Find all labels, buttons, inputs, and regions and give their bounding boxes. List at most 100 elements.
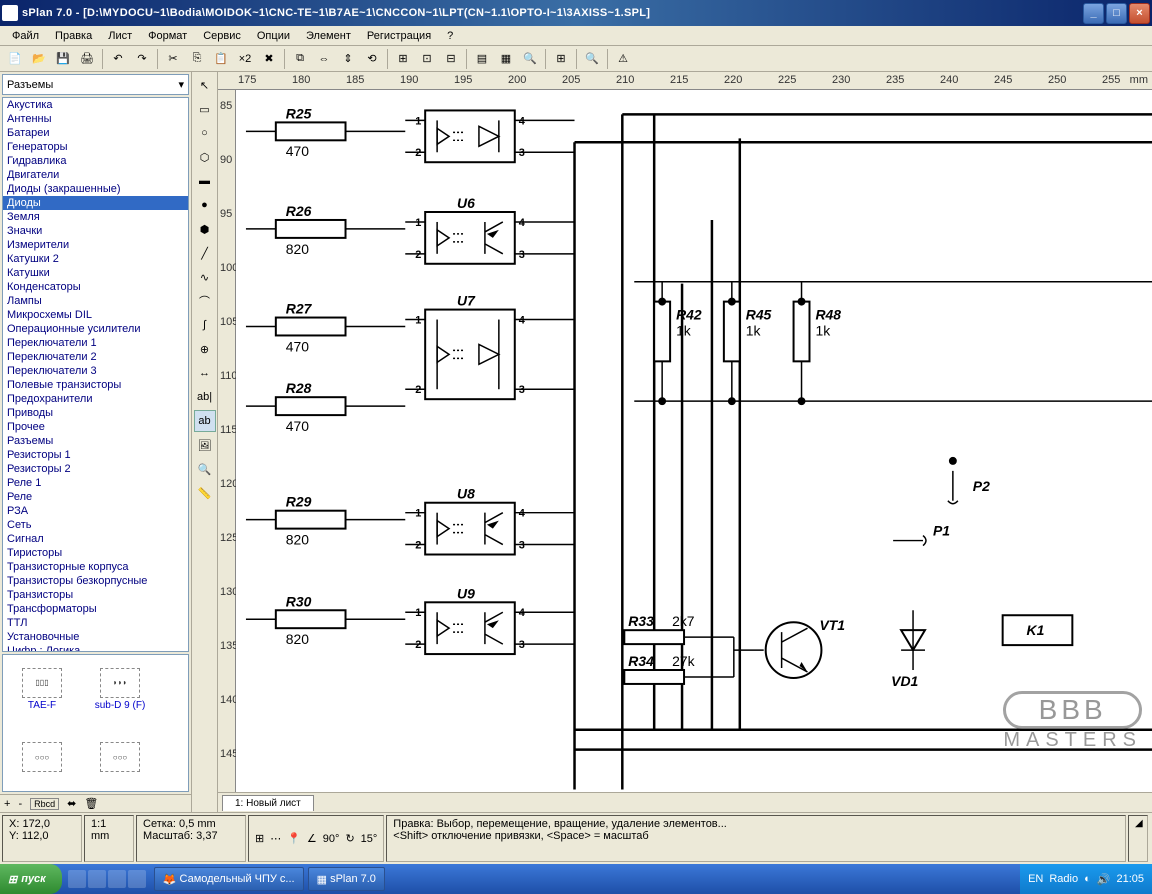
category-item[interactable]: Полевые транзисторы [3, 378, 188, 392]
preview-item[interactable]: ◗◗◗ sub-D 9 (F) [85, 659, 155, 719]
category-item[interactable]: Предохранители [3, 392, 188, 406]
category-item[interactable]: Переключатели 1 [3, 336, 188, 350]
minus-icon[interactable]: - [18, 798, 22, 810]
ql-icon[interactable] [108, 870, 126, 888]
category-item[interactable]: Катушки 2 [3, 252, 188, 266]
category-item[interactable]: Резисторы 2 [3, 462, 188, 476]
status-resize[interactable]: ◢ [1128, 815, 1148, 862]
lang-indicator[interactable]: EN [1028, 873, 1043, 885]
arc-icon[interactable]: ⌒ [194, 290, 216, 312]
redo-icon[interactable]: ↷ [131, 48, 153, 70]
image-icon[interactable]: 🖼 [194, 434, 216, 456]
category-item[interactable]: Гидравлика [3, 154, 188, 168]
category-item[interactable]: Лампы [3, 294, 188, 308]
textbox-icon[interactable]: ab [194, 410, 216, 432]
snap-icon[interactable]: ⋯ [270, 832, 281, 845]
category-item[interactable]: Реле [3, 490, 188, 504]
group-icon[interactable]: ⊡ [416, 48, 438, 70]
menu-help[interactable]: ? [439, 28, 461, 44]
plus-icon[interactable]: + [4, 798, 10, 810]
library-dropdown[interactable]: Разъемы ▾ [2, 74, 189, 95]
category-item[interactable]: Диоды [3, 196, 188, 210]
category-item[interactable]: Прочее [3, 420, 188, 434]
ql-icon[interactable] [68, 870, 86, 888]
category-item[interactable]: Реле 1 [3, 476, 188, 490]
menu-file[interactable]: Файл [4, 28, 47, 44]
clock[interactable]: 21:05 [1116, 873, 1144, 885]
category-item[interactable]: ТТЛ [3, 616, 188, 630]
taskbar-item[interactable]: 🦊 Самодельный ЧПУ с... [154, 867, 304, 891]
preview-item[interactable]: ▯▯▯ TAE-F [7, 659, 77, 719]
undo-icon[interactable]: ↶ [107, 48, 129, 70]
delete-icon[interactable]: ✖ [258, 48, 280, 70]
fillrect-icon[interactable]: ▬ [194, 170, 216, 192]
category-item[interactable]: Генераторы [3, 140, 188, 154]
rect-icon[interactable]: ▭ [194, 98, 216, 120]
volume-icon[interactable]: 🔊 [1097, 873, 1111, 886]
export-icon[interactable]: ⬌ [67, 797, 76, 810]
line-icon[interactable]: ╱ [194, 242, 216, 264]
category-item[interactable]: Измерители [3, 238, 188, 252]
category-item[interactable]: Установочные [3, 630, 188, 644]
category-item[interactable]: Батареи [3, 126, 188, 140]
menu-register[interactable]: Регистрация [359, 28, 439, 44]
category-item[interactable]: Значки [3, 224, 188, 238]
category-item[interactable]: Цифр.: Логика [3, 644, 188, 652]
pointer-icon[interactable]: ↖ [194, 74, 216, 96]
cut-icon[interactable]: ✂ [162, 48, 184, 70]
zoom-icon[interactable]: 🔍 [581, 48, 603, 70]
measure-icon[interactable]: 📏 [194, 482, 216, 504]
start-button[interactable]: ⊞ пуск [0, 864, 62, 894]
fillpoly-icon[interactable]: ⬢ [194, 218, 216, 240]
taskbar-item[interactable]: ▦ sPlan 7.0 [308, 867, 385, 891]
category-item[interactable]: Переключатели 2 [3, 350, 188, 364]
help-icon[interactable]: ⚠ [612, 48, 634, 70]
pin-icon[interactable]: 📍 [287, 832, 301, 845]
category-item[interactable]: Микросхемы DIL [3, 308, 188, 322]
system-tray[interactable]: EN Radio ◐ 🔊 21:05 [1020, 864, 1152, 894]
fillcircle-icon[interactable]: ● [194, 194, 216, 216]
menu-service[interactable]: Сервис [195, 28, 249, 44]
preview-item[interactable]: ○○○ [7, 727, 77, 787]
category-item[interactable]: Диоды (закрашенные) [3, 182, 188, 196]
category-item[interactable]: Приводы [3, 406, 188, 420]
node-icon[interactable]: ⊕ [194, 338, 216, 360]
ql-icon[interactable] [128, 870, 146, 888]
mirror-v-icon[interactable]: ⇕ [337, 48, 359, 70]
grid-icon[interactable]: ⊞ [550, 48, 572, 70]
menu-edit[interactable]: Правка [47, 28, 100, 44]
category-item[interactable]: РЗА [3, 504, 188, 518]
print-icon[interactable]: 🖨 [76, 48, 98, 70]
preview-item[interactable]: ○○○ [85, 727, 155, 787]
zoom-tool-icon[interactable]: 🔍 [194, 458, 216, 480]
category-item[interactable]: Транзисторы безкорпусные [3, 574, 188, 588]
grid-toggle-icon[interactable]: ⊞ [255, 832, 264, 845]
category-item[interactable]: Резисторы 1 [3, 448, 188, 462]
dup-icon[interactable]: ⧉ [289, 48, 311, 70]
category-item[interactable]: Тиристоры [3, 546, 188, 560]
layer-icon[interactable]: ▤ [471, 48, 493, 70]
rbcd-label[interactable]: Rbcd [30, 798, 59, 810]
align-icon[interactable]: ⊞ [392, 48, 414, 70]
category-item[interactable]: Земля [3, 210, 188, 224]
paste-icon[interactable]: 📋 [210, 48, 232, 70]
category-item[interactable]: Катушки [3, 266, 188, 280]
category-item[interactable]: Антенны [3, 112, 188, 126]
open-icon[interactable]: 📂 [28, 48, 50, 70]
category-item[interactable]: Двигатели [3, 168, 188, 182]
new-icon[interactable]: 📄 [4, 48, 26, 70]
sheet-tab[interactable]: 1: Новый лист [222, 795, 314, 811]
category-item[interactable]: Транзисторные корпуса [3, 560, 188, 574]
trash-icon[interactable]: 🗑 [84, 797, 98, 810]
form-icon[interactable]: ▦ [495, 48, 517, 70]
menu-options[interactable]: Опции [249, 28, 298, 44]
canvas[interactable]: .wire{stroke:#000;stroke-width:1.5;fill:… [236, 90, 1152, 792]
category-item[interactable]: Операционные усилители [3, 322, 188, 336]
category-item[interactable]: Трансформаторы [3, 602, 188, 616]
close-button[interactable]: × [1129, 3, 1150, 24]
circle-icon[interactable]: ○ [194, 122, 216, 144]
ungroup-icon[interactable]: ⊟ [440, 48, 462, 70]
copy-icon[interactable]: ⎘ [186, 48, 208, 70]
category-item[interactable]: Сеть [3, 518, 188, 532]
poly-icon[interactable]: ⬡ [194, 146, 216, 168]
